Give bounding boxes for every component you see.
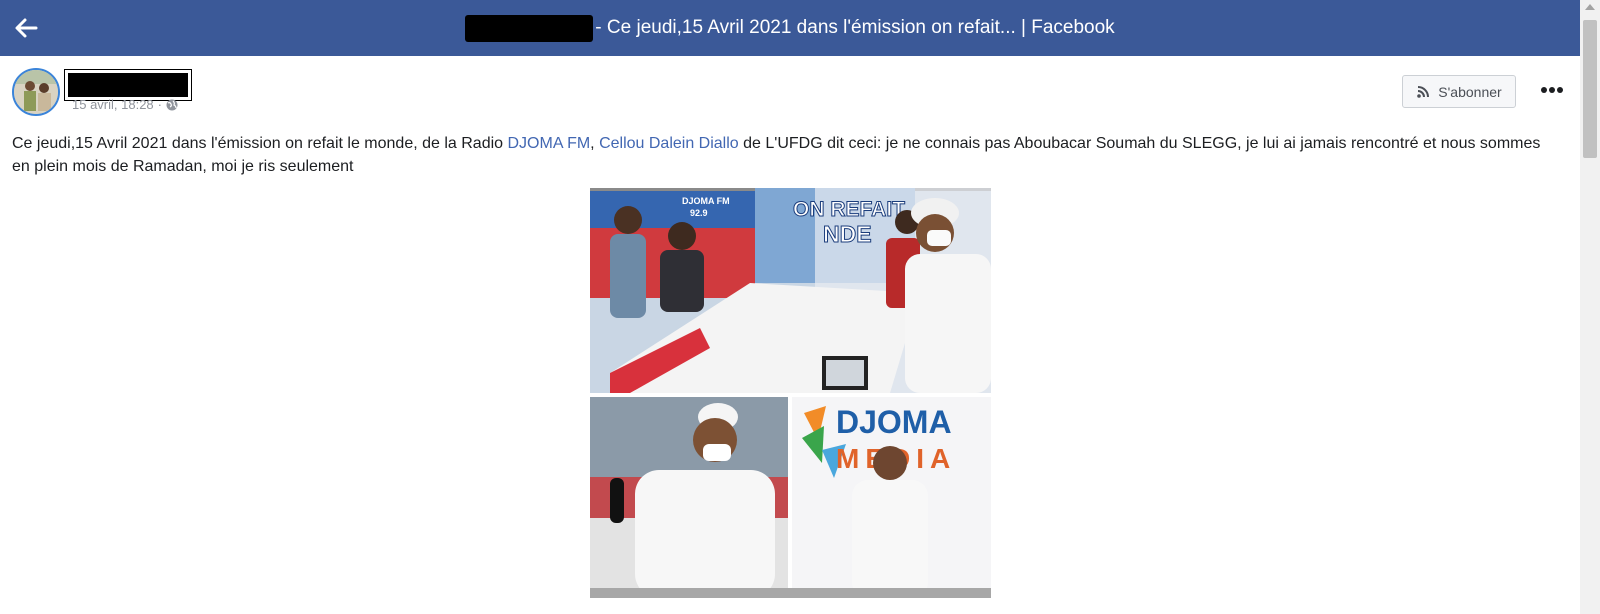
sign-text-on-refait: ON REFAIT (793, 198, 905, 221)
subscribe-button[interactable]: S'abonner (1402, 75, 1516, 108)
scrollbar-thumb[interactable] (1583, 20, 1597, 158)
post-text: Ce jeudi,15 Avril 2021 dans l'émission o… (12, 132, 1562, 178)
studio-badge-text: DJOMA FM (682, 196, 730, 206)
post-photo[interactable]: ON REFAIT NDE DJOMA FM 92.9 DJOMA (590, 188, 991, 598)
link-djoma-fm[interactable]: DJOMA FM (508, 135, 591, 152)
avatar-image (14, 70, 58, 114)
photo-collage: ON REFAIT NDE DJOMA FM 92.9 DJOMA (590, 188, 991, 598)
scroll-up-arrow-icon[interactable] (1585, 4, 1595, 10)
meta-separator: · (157, 97, 163, 112)
studio-badge-freq: 92.9 (690, 208, 708, 218)
link-cellou-dalein-diallo[interactable]: Cellou Dalein Diallo (599, 135, 739, 152)
post-text-part2: , (590, 135, 600, 152)
redacted-page-name (465, 14, 594, 42)
post-text-part1: Ce jeudi,15 Avril 2021 dans l'émission o… (12, 135, 508, 152)
post-timestamp[interactable]: 15 avril, 18:28 (72, 97, 154, 112)
more-options-icon[interactable] (1537, 80, 1567, 100)
redacted-author-name[interactable] (64, 69, 192, 101)
logo-text-djoma: DJOMA (836, 404, 952, 440)
sign-text-monde: NDE (823, 221, 872, 247)
title-bar: - Ce jeudi,15 Avril 2021 dans l'émission… (0, 0, 1580, 56)
globe-icon (166, 99, 178, 110)
page-title: - Ce jeudi,15 Avril 2021 dans l'émission… (595, 17, 1115, 38)
top-bar: - Ce jeudi,15 Avril 2021 dans l'émission… (0, 0, 1580, 56)
post-meta: 15 avril, 18:28 · (72, 97, 178, 112)
vertical-scrollbar[interactable] (1580, 0, 1600, 614)
subscribe-label: S'abonner (1438, 83, 1502, 100)
avatar[interactable] (12, 68, 60, 116)
rss-icon (1417, 85, 1430, 98)
